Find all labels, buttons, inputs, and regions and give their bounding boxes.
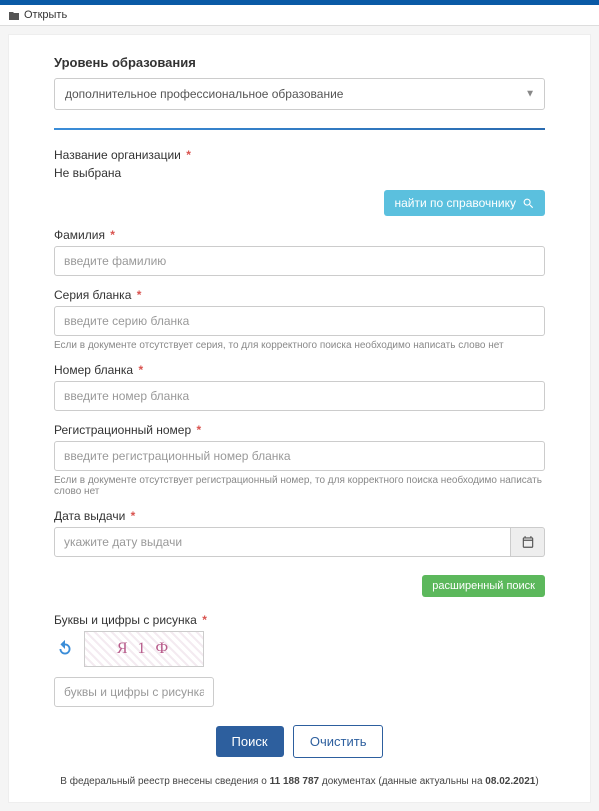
- footer-note: В федеральный реестр внесены сведения о …: [54, 776, 545, 787]
- education-level-select[interactable]: дополнительное профессиональное образова…: [54, 78, 545, 110]
- find-reference-button[interactable]: найти по справочнику: [384, 190, 545, 216]
- calendar-icon: [521, 535, 535, 549]
- org-label: Название организации *: [54, 148, 545, 162]
- section-divider: [54, 128, 545, 130]
- issue-date-label: Дата выдачи *: [54, 509, 545, 523]
- reg-number-help: Если в документе отсутствует регистрацио…: [54, 475, 545, 497]
- search-form: Уровень образования дополнительное профе…: [8, 34, 591, 803]
- org-value: Не выбрана: [54, 166, 545, 180]
- search-button[interactable]: Поиск: [216, 726, 284, 757]
- search-icon: [522, 197, 535, 210]
- folder-open-icon: [8, 10, 20, 20]
- blank-series-input[interactable]: [54, 306, 545, 336]
- clear-button[interactable]: Очистить: [293, 725, 384, 758]
- calendar-button[interactable]: [511, 527, 545, 557]
- reg-number-label: Регистрационный номер *: [54, 423, 545, 437]
- blank-series-help: Если в документе отсутствует серия, то д…: [54, 340, 545, 351]
- reg-number-input[interactable]: [54, 441, 545, 471]
- surname-input[interactable]: [54, 246, 545, 276]
- education-level-title: Уровень образования: [54, 55, 545, 70]
- open-label[interactable]: Открыть: [24, 9, 67, 21]
- captcha-image: Я 1 Ф: [84, 631, 204, 667]
- captcha-input[interactable]: [54, 677, 214, 707]
- advanced-search-button[interactable]: расширенный поиск: [422, 575, 545, 597]
- toolbar: Открыть: [0, 5, 599, 26]
- captcha-label: Буквы и цифры с рисунка *: [54, 613, 545, 627]
- blank-number-label: Номер бланка *: [54, 363, 545, 377]
- blank-number-input[interactable]: [54, 381, 545, 411]
- blank-series-label: Серия бланка *: [54, 288, 545, 302]
- issue-date-input[interactable]: [54, 527, 511, 557]
- refresh-captcha-button[interactable]: [54, 638, 76, 660]
- surname-label: Фамилия *: [54, 228, 545, 242]
